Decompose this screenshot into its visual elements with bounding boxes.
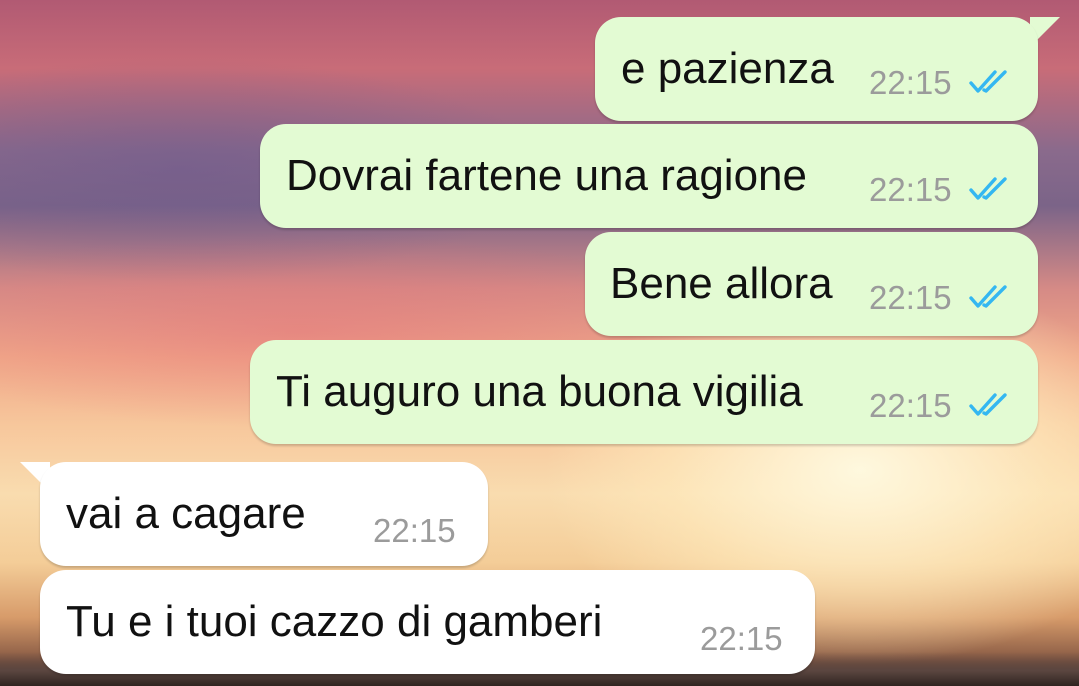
message-text: Ti auguro una buona vigilia	[276, 367, 803, 416]
message-text: Tu e i tuoi cazzo di gamberi	[66, 597, 603, 646]
double-check-icon	[969, 393, 1007, 416]
message-text: Dovrai fartene una ragione	[286, 151, 807, 200]
double-check-icon	[969, 70, 1007, 93]
message-time: 22:15	[869, 171, 952, 208]
message-time: 22:15	[869, 387, 952, 424]
message-time: 22:15	[869, 279, 952, 316]
incoming-message[interactable]: vai a cagare 22:15	[40, 462, 488, 566]
message-text: e pazienza	[621, 44, 834, 93]
outgoing-message[interactable]: Bene allora 22:15	[585, 232, 1038, 336]
outgoing-message[interactable]: Dovrai fartene una ragione 22:15	[260, 124, 1038, 228]
message-time: 22:15	[373, 512, 456, 549]
double-check-icon	[969, 285, 1007, 308]
incoming-message[interactable]: Tu e i tuoi cazzo di gamberi 22:15	[40, 570, 815, 674]
message-text: Bene allora	[610, 259, 833, 308]
message-time: 22:15	[700, 620, 783, 657]
message-time: 22:15	[869, 64, 952, 101]
outgoing-message[interactable]: Ti auguro una buona vigilia 22:15	[250, 340, 1038, 444]
outgoing-message[interactable]: e pazienza 22:15	[595, 17, 1038, 121]
message-text: vai a cagare	[66, 489, 306, 538]
double-check-icon	[969, 177, 1007, 200]
